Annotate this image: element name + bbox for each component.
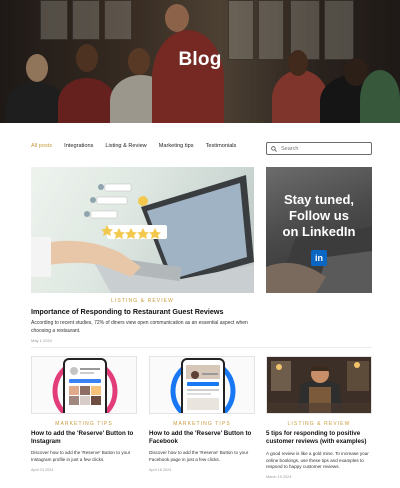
post-card-image[interactable] — [266, 356, 372, 414]
featured-post-category[interactable]: LISTING & REVIEW — [31, 298, 254, 304]
search-input[interactable] — [281, 145, 369, 152]
filter-listing-review[interactable]: Listing & Review — [105, 143, 146, 149]
filter-all-posts[interactable]: All posts — [31, 143, 52, 149]
linkedin-icon[interactable]: in — [311, 250, 327, 266]
post-card-category[interactable]: MARKETING TIPS — [31, 421, 137, 427]
section-divider — [31, 347, 372, 348]
post-card-category[interactable]: MARKETING TIPS — [149, 421, 255, 427]
featured-post-title[interactable]: Importance of Responding to Restaurant G… — [31, 307, 224, 316]
page-title: Blog — [178, 49, 222, 70]
featured-post-date: May 1 2024 — [31, 338, 52, 343]
hero-banner: Blog — [0, 0, 400, 123]
post-card-date: April 18 2024 — [149, 468, 172, 472]
restaurant-staff-photo — [267, 357, 371, 413]
post-card-excerpt: A good review is like a gold mine. To in… — [266, 451, 369, 470]
post-card-date: April 24 2024 — [31, 468, 54, 472]
search-icon — [271, 145, 277, 152]
linkedin-banner-line: Stay tuned, — [283, 192, 355, 207]
post-card-title[interactable]: How to add the 'Reserve' Button to Faceb… — [149, 430, 257, 446]
post-card-title[interactable]: 5 tips for responding to positive custom… — [266, 430, 374, 446]
post-card-date: March 19 2024 — [266, 475, 292, 479]
category-filter-bar: All posts Integrations Listing & Review … — [31, 143, 236, 149]
featured-post-excerpt: According to recent studies, 72% of dine… — [31, 320, 248, 334]
search-box[interactable] — [266, 142, 372, 155]
facebook-phone-illustration — [170, 358, 236, 413]
linkedin-banner-line: on LinkedIn — [282, 224, 356, 239]
post-card-category[interactable]: LISTING & REVIEW — [266, 421, 372, 427]
post-card-image[interactable] — [149, 356, 255, 414]
filter-testimonials[interactable]: Testimonials — [206, 143, 237, 149]
linkedin-banner-line: Follow us — [289, 208, 349, 223]
post-card-excerpt: Discover how to add the 'Reserve' Button… — [149, 450, 249, 462]
post-card-image[interactable] — [31, 356, 137, 414]
linkedin-banner-text: Stay tuned, Follow us on LinkedIn — [266, 192, 372, 240]
filter-marketing-tips[interactable]: Marketing tips — [159, 143, 194, 149]
featured-post-image[interactable] — [31, 167, 254, 293]
post-card-excerpt: Discover how to add the 'Reserve' Button… — [31, 450, 131, 462]
instagram-phone-illustration — [52, 358, 118, 413]
post-card-title[interactable]: How to add the 'Reserve' Button to Insta… — [31, 430, 139, 446]
laptop-review-illustration — [31, 175, 254, 293]
linkedin-follow-banner[interactable]: Stay tuned, Follow us on LinkedIn in — [266, 167, 372, 293]
filter-integrations[interactable]: Integrations — [64, 143, 93, 149]
